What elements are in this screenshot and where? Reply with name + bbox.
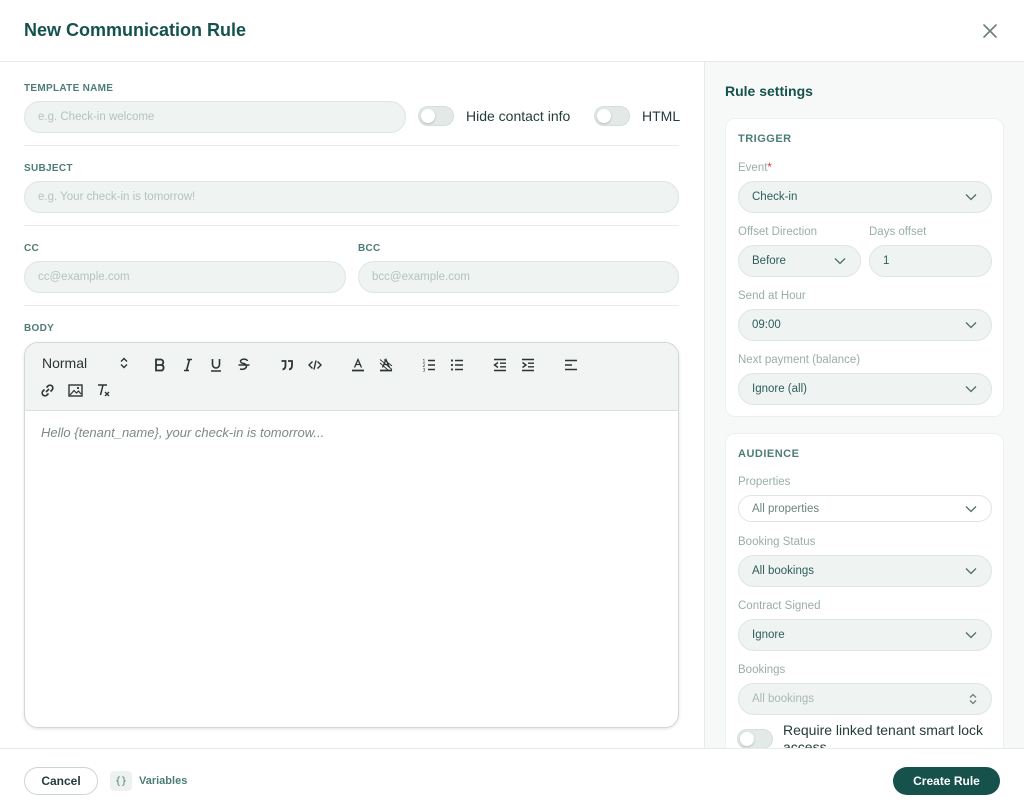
braces-icon: {} [110,771,132,791]
variables-button[interactable]: {} Variables [110,771,187,791]
required-mark: * [767,162,772,174]
bcc-label: BCC [358,243,381,254]
event-value: Check-in [752,191,798,203]
offset-direction-label: Offset Direction [738,226,818,238]
variables-label: Variables [139,775,188,787]
days-offset-value: 1 [883,255,890,267]
properties-value: All properties [752,502,820,515]
align-left-icon[interactable] [562,356,580,374]
bookings-label: Bookings [738,664,786,676]
next-payment-label: Next payment (balance) [738,354,861,366]
outdent-icon[interactable] [491,356,509,374]
next-payment-value: Ignore (all) [752,383,807,395]
html-toggle-label: HTML [642,108,681,124]
close-icon[interactable] [980,21,1000,41]
properties-label: Properties [738,476,791,488]
smart-lock-label: Require linked tenant smart lock access [783,722,983,748]
chevron-down-icon [965,194,977,201]
hide-contact-info-label: Hide contact info [466,108,571,124]
cc-label: CC [24,243,40,254]
indent-icon[interactable] [519,356,537,374]
create-rule-button[interactable]: Create Rule [893,767,1000,795]
editor-toolbar: Normal 123 [25,343,678,411]
chevron-down-icon [834,258,846,265]
booking-status-value: All bookings [752,565,815,577]
offset-direction-value: Before [752,255,786,267]
event-select[interactable]: Check-in [738,181,992,213]
select-arrows-icon [120,357,128,369]
smart-lock-toggle[interactable] [737,729,773,748]
divider [24,305,679,306]
dialog-footer: Cancel {} Variables Create Rule [0,748,1024,810]
editor-content[interactable]: Hello {tenant_name}, your check-in is to… [41,425,324,440]
image-icon[interactable] [66,381,84,399]
contract-signed-select[interactable]: Ignore [738,619,992,651]
ordered-list-icon[interactable]: 123 [420,356,438,374]
select-arrows-icon [969,693,977,705]
dialog-header: New Communication Rule [0,0,1024,62]
chevron-down-icon [965,322,977,329]
bookings-select[interactable]: All bookings [738,683,992,715]
send-hour-value: 09:00 [752,319,781,331]
bookings-value: All bookings [752,693,815,705]
properties-select[interactable]: All properties [738,495,992,522]
clear-formatting-icon[interactable] [94,381,112,399]
html-toggle[interactable] [594,106,630,126]
message-form: TEMPLATE NAME Hide contact info HTML SUB… [0,62,704,748]
divider [24,145,679,146]
trigger-title: TRIGGER [738,133,792,145]
bullet-list-icon[interactable] [448,356,466,374]
svg-text:3: 3 [423,368,426,373]
contract-signed-value: Ignore [752,629,785,641]
italic-icon[interactable] [179,356,197,374]
body-label: BODY [24,323,55,334]
days-offset-input[interactable]: 1 [869,245,992,277]
rich-text-editor: Normal 123 Hello {tenant_name}, your che… [24,342,679,728]
booking-status-select[interactable]: All bookings [738,555,992,587]
send-hour-select[interactable]: 09:00 [738,309,992,341]
dialog-title: New Communication Rule [24,20,247,40]
template-name-label: TEMPLATE NAME [24,83,114,94]
strikethrough-icon[interactable] [235,356,253,374]
subject-label: SUBJECT [24,163,73,174]
audience-card: AUDIENCE Properties All properties Booki… [725,433,1004,748]
divider [24,225,679,226]
heading-format-value: Normal [42,355,88,371]
code-block-icon[interactable] [306,356,324,374]
event-label: Event* [738,162,772,174]
hide-contact-info-toggle[interactable] [418,106,454,126]
toggle-knob [740,732,754,746]
chevron-down-icon [965,568,977,575]
next-payment-select[interactable]: Ignore (all) [738,373,992,405]
template-name-input[interactable] [24,101,406,133]
toggle-knob [421,109,435,123]
rule-settings-title: Rule settings [725,83,813,99]
audience-title: AUDIENCE [738,448,800,460]
heading-format-select[interactable]: Normal [42,355,128,373]
background-color-icon[interactable] [377,356,395,374]
send-hour-label: Send at Hour [738,290,806,302]
trigger-card: TRIGGER Event* Check-in Offset Direction… [725,118,1004,417]
days-offset-label: Days offset [869,226,927,238]
chevron-down-icon [965,506,977,513]
blockquote-icon[interactable] [278,356,296,374]
cc-input[interactable] [24,261,346,293]
underline-icon[interactable] [207,356,225,374]
subject-input[interactable] [24,181,679,213]
contract-signed-label: Contract Signed [738,600,821,612]
cancel-button[interactable]: Cancel [24,767,98,795]
rule-settings-panel: Rule settings TRIGGER Event* Check-in Of… [704,62,1024,748]
booking-status-label: Booking Status [738,536,816,548]
toggle-knob [597,109,611,123]
chevron-down-icon [965,632,977,639]
offset-direction-select[interactable]: Before [738,245,861,277]
link-icon[interactable] [38,381,56,399]
bold-icon[interactable] [151,356,169,374]
bcc-input[interactable] [358,261,679,293]
text-color-icon[interactable] [349,356,367,374]
chevron-down-icon [965,386,977,393]
